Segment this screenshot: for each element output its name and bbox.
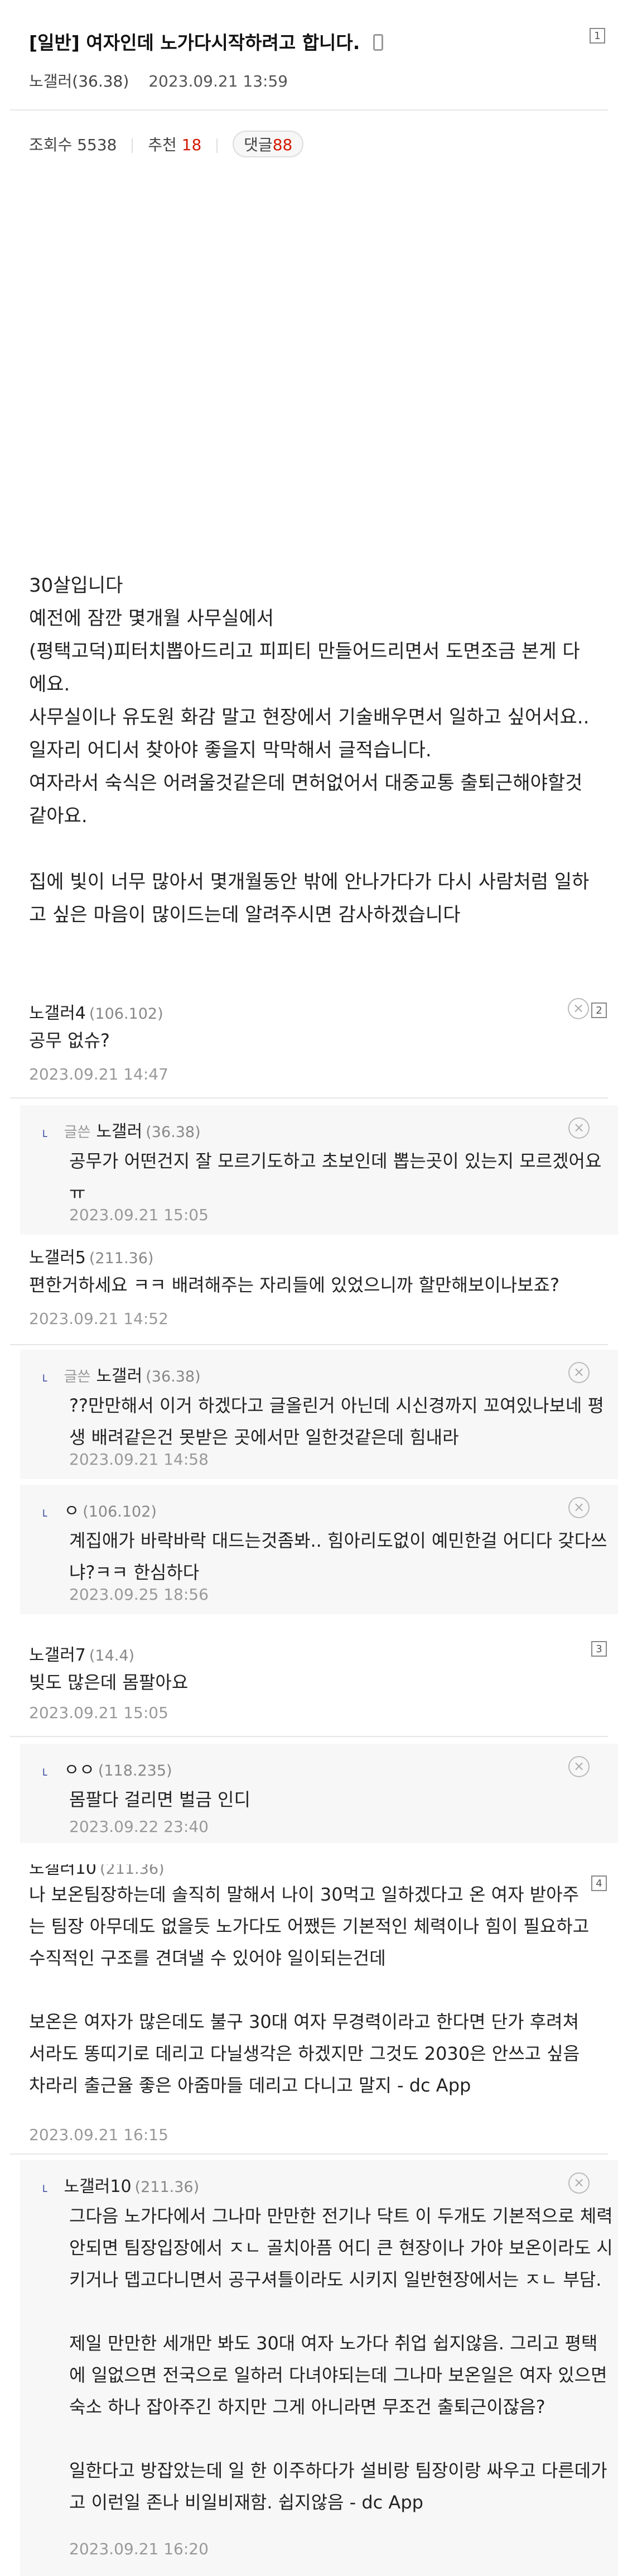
post-author[interactable]: 노갤러(36.38) [29,72,129,90]
reply-date: 2023.09.22 23:40 [69,1817,209,1836]
reply-author[interactable]: ˪ ㅇ (106.102) [42,1497,157,1522]
reply-date: 2023.09.21 14:58 [69,1450,209,1469]
writer-tag: 글쓴 [64,1369,91,1385]
page-badge: 4 [591,1875,607,1891]
comment-divider [10,1344,608,1345]
text-paragraph: 제일 만만한 세개만 봐도 30대 여자 노가다 취업 쉽지않음. 그리고 평택… [69,2333,607,2417]
comment-delete-icon[interactable]: × [568,1756,590,1777]
reply-date: 2023.09.25 18:56 [69,1585,209,1604]
comment-author[interactable]: 노갤러4 (106.102) [29,999,163,1024]
reply-arrow-icon: ˪ [42,1122,48,1141]
body-line: 사무실이나 유도원 화감 말고 현장에서 기술배우면서 일하고 싶어서요.. [29,706,590,728]
reply-item: ˪ ㅇ (106.102) × 계집애가 바락바락 대드는것좀봐.. 힘아리도없이… [20,1485,618,1614]
body-line: 일자리 어디서 찾아야 좋을지 막막해서 글적습니다. [29,739,432,761]
reply-item: ˪ 노갤러10 (211.36) × 그다음 노가다에서 그나마 만만한 전기나 … [20,2160,618,2576]
post-stats: 조회수 5538 추천 18 댓글88 [29,131,304,157]
page-badge: 3 [591,1641,607,1657]
text-paragraph: 그다음 노가다에서 그나마 만만한 전기나 닥트 이 두개도 기본적으로 체력 … [69,2205,613,2290]
comment-delete-icon[interactable]: × [568,2172,590,2194]
comment-item: 노갤러10 (211.36) 4 나 보온팀장하는데 솔직히 말해서 나이 30먹… [0,1864,618,2155]
mobile-icon [373,33,383,51]
reply-arrow-icon: ˪ [42,1366,48,1386]
comment-delete-icon[interactable]: × [568,998,589,1019]
post-title-text: 여자인데 노가다시작하려고 합니다. [86,32,360,54]
comments-button[interactable]: 댓글88 [233,131,304,157]
reply-text: 그다음 노가다에서 그나마 만만한 전기나 닥트 이 두개도 기본적으로 체력 … [69,2200,613,2519]
reply-date: 2023.09.21 16:20 [69,2540,209,2558]
comment-text: 공무 없슈? [29,1030,110,1051]
stats-separator [216,138,218,153]
reply-arrow-icon: ˪ [42,1502,48,1521]
reply-item: ˪ ㅇㅇ (118.235) × 몸팔다 걸리면 벌금 인디 2023.09.22… [20,1744,618,1843]
header-divider [10,109,608,111]
comment-date: 2023.09.21 14:52 [29,1309,168,1328]
text-paragraph: 보온은 여자가 많은데도 불구 30대 여자 무경력이라고 한다면 단가 후려쳐… [29,2011,580,2096]
recommend-count: 18 [181,136,202,154]
body-line: (평택고덕)피터치뽑아드리고 피피티 만들어드리면서 도면조금 본게 다에요. [29,640,580,695]
comment-author[interactable]: 노갤러7 (14.4) [29,1641,134,1666]
body-line: 여자라서 숙식은 어려울것같은데 면허없어서 대중교통 출퇴근해야할것같아요. [29,772,583,827]
comment-text: 빚도 많은데 몸팔아요 [29,1672,189,1693]
page-badge: 2 [591,1002,607,1018]
reply-text: 몸팔다 걸리면 벌금 인디 [69,1789,250,1810]
reply-item: ˪ 글쓴 노갤러 (36.38) × 공무가 어떤건지 잘 모르기도하고 초보인데 … [20,1105,618,1235]
comment-divider [10,1736,608,1737]
reply-text: 계집애가 바락바락 대드는것좀봐.. 힘아리도없이 예민한걸 어디다 갖다쓰냐?… [69,1530,607,1583]
reply-author[interactable]: ˪ 글쓴 노갤러 (36.38) [42,1362,201,1387]
stats-separator [132,138,133,153]
text-paragraph: 나 보온팀장하는데 솔직히 말해서 나이 30먹고 일하겠다고 온 여자 받아주… [29,1884,590,1969]
post-date: 2023.09.21 13:59 [148,72,288,90]
text-paragraph: 일한다고 방잡았는데 일 한 이주하다가 설비랑 팀장이랑 싸우고 다른데가고 … [69,2460,607,2513]
comment-date: 2023.09.21 15:05 [29,1704,168,1722]
body-line: 예전에 잠깐 몇개월 사무실에서 [29,607,274,630]
writer-tag: 글쓴 [64,1124,91,1141]
comment-date: 2023.09.21 14:47 [29,1065,168,1083]
comment-date: 2023.09.21 16:15 [29,2126,168,2144]
comment-author[interactable]: 노갤러5 (211.36) [29,1244,153,1268]
comment-delete-icon[interactable]: × [568,1497,590,1518]
reply-author[interactable]: ˪ 노갤러10 (211.36) [42,2172,199,2197]
reply-text: ??만만해서 이거 하겠다고 글올린거 아닌데 시신경까지 꼬여있나보네 평생 … [69,1395,604,1448]
comment-text: 편한거하세요 ㅋㅋ 배려해주는 자리들에 있었으니까 할만해보이나보죠? [29,1274,560,1296]
reply-arrow-icon: ˪ [42,2177,48,2196]
reply-arrow-icon: ˪ [42,1760,48,1780]
comments-count: 88 [272,136,293,154]
body-line: 30살입니다 [29,574,123,597]
reply-text: 공무가 어떤건지 잘 모르기도하고 초보인데 뽑는곳이 있는지 모르겠어요ㅠ [69,1150,602,1203]
recommend-label: 추천 [148,136,177,154]
comment-author[interactable]: 노갤러10 (211.36) [29,1864,165,1879]
comment-delete-icon[interactable]: × [568,1362,590,1383]
page-badge: 1 [590,28,605,44]
post-meta: 노갤러(36.38) 2023.09.21 13:59 [29,69,288,92]
post-category: [일반] [29,32,80,54]
reply-item: ˪ 글쓴 노갤러 (36.38) × ??만만해서 이거 하겠다고 글올린거 아닌데… [20,1350,618,1479]
comment-divider [10,2153,608,2155]
views-count: 5538 [77,136,117,154]
comment-text: 나 보온팀장하는데 솔직히 말해서 나이 30먹고 일하겠다고 온 여자 받아주… [29,1879,592,2102]
body-line: 집에 빛이 너무 많아서 몇개월동안 밖에 안나가다가 다시 사람처럼 일하고 … [29,871,590,926]
post-title: [일반] 여자인데 노가다시작하려고 합니다. [29,28,383,55]
post-body: 30살입니다 예전에 잠깐 몇개월 사무실에서 (평택고덕)피터치뽑아드리고 피… [29,569,592,932]
comments-label: 댓글 [244,136,273,154]
comment-delete-icon[interactable]: × [568,1117,590,1139]
reply-date: 2023.09.21 15:05 [69,1206,209,1224]
reply-author[interactable]: ˪ 글쓴 노갤러 (36.38) [42,1117,201,1142]
reply-author[interactable]: ˪ ㅇㅇ (118.235) [42,1756,172,1781]
comment-divider [10,1097,608,1098]
views-label: 조회수 [29,136,73,154]
